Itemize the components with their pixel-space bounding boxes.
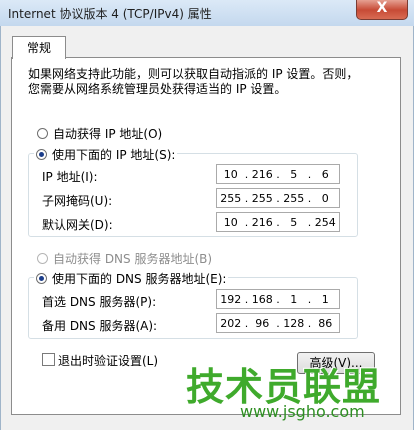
radio-button[interactable] (36, 149, 47, 160)
octet: 128 (283, 316, 305, 330)
validate-checkbox-label: 退出时验证设置(L) (58, 354, 159, 368)
watermark-url: www.jsgho.com (240, 402, 365, 421)
auto-dns-radio[interactable]: 自动获得 DNS 服务器地址(B) (37, 250, 212, 267)
octet: 192 (220, 292, 242, 306)
title-bar[interactable]: Internet 协议版本 4 (TCP/IPv4) 属性 X (0, 0, 414, 27)
description-line-2: 您需要从网络系统管理员处获得适当的 IP 设置。 (28, 82, 287, 96)
octet: 254 (314, 215, 336, 229)
description: 如果网络支持此功能，则可以获取自动指派的 IP 设置。否则， 您需要从网络系统管… (28, 67, 358, 97)
close-button[interactable]: X (356, 0, 408, 20)
window-title: Internet 协议版本 4 (TCP/IPv4) 属性 (8, 7, 212, 21)
description-line-1: 如果网络支持此功能，则可以获取自动指派的 IP 设置。否则， (28, 67, 359, 81)
subnet-mask-label: 子网掩码(U): (42, 194, 113, 208)
alternate-dns-field[interactable]: 202. 96. 128. 86 (216, 313, 340, 333)
octet: 5 (290, 167, 298, 181)
octet: 255 (251, 191, 273, 205)
octet: 0 (321, 191, 329, 205)
octet: 202 (220, 316, 242, 330)
auto-ip-label: 自动获得 IP 地址(O) (53, 127, 163, 141)
auto-dns-label: 自动获得 DNS 服务器地址(B) (53, 252, 213, 266)
preferred-dns-label: 首选 DNS 服务器(P): (42, 295, 157, 309)
radio-button[interactable] (36, 273, 47, 284)
close-icon: X (376, 0, 388, 16)
validate-checkbox[interactable] (42, 353, 55, 366)
octet: 255 (283, 191, 305, 205)
octet: 168 (251, 292, 273, 306)
octet: 5 (290, 215, 298, 229)
octet: 255 (220, 191, 242, 205)
tab-general[interactable]: 常规 (12, 36, 66, 59)
ip-address-field[interactable]: 10. 216. 5. 6 (216, 164, 340, 184)
octet: 10 (223, 167, 238, 181)
manual-dns-label: 使用下面的 DNS 服务器地址(E): (52, 272, 227, 286)
radio-button[interactable] (37, 253, 48, 264)
ip-address-label: IP 地址(I): (42, 170, 98, 184)
default-gateway-label: 默认网关(D): (42, 218, 113, 232)
octet: 96 (255, 316, 270, 330)
subnet-mask-field[interactable]: 255. 255. 255. 0 (216, 188, 340, 208)
octet: 10 (223, 215, 238, 229)
preferred-dns-field[interactable]: 192. 168. 1. 1 (216, 289, 340, 309)
octet: 216 (251, 167, 273, 181)
octet: 86 (318, 316, 333, 330)
octet: 1 (321, 292, 329, 306)
manual-ip-label: 使用下面的 IP 地址(S): (52, 148, 176, 162)
octet: 216 (251, 215, 273, 229)
auto-ip-radio[interactable]: 自动获得 IP 地址(O) (37, 125, 162, 142)
octet: 6 (321, 167, 329, 181)
default-gateway-field[interactable]: 10. 216. 5. 254 (216, 212, 340, 232)
manual-ip-radio[interactable]: 使用下面的 IP 地址(S): (34, 146, 178, 163)
alternate-dns-label: 备用 DNS 服务器(A): (42, 319, 158, 333)
manual-dns-radio[interactable]: 使用下面的 DNS 服务器地址(E): (34, 270, 229, 287)
octet: 1 (290, 292, 298, 306)
radio-button[interactable] (37, 128, 48, 139)
